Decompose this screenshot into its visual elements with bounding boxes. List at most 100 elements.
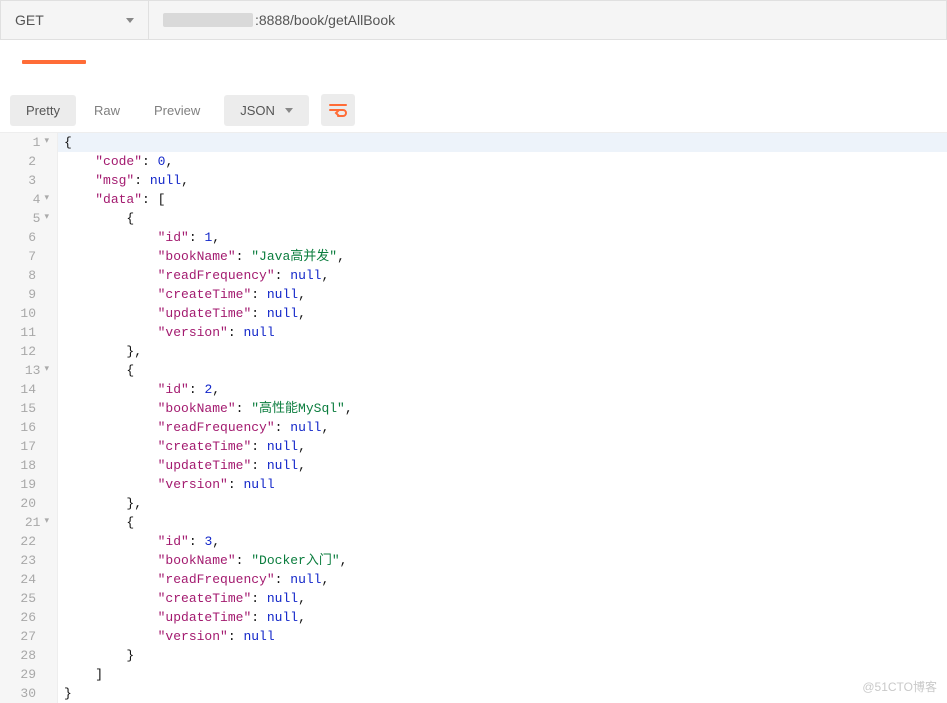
code-line: 9 "createTime": null,	[0, 285, 947, 304]
line-gutter[interactable]: 13▾	[0, 361, 58, 380]
line-gutter[interactable]: 12	[0, 342, 58, 361]
code-line: 7 "bookName": "Java高并发",	[0, 247, 947, 266]
code-line-content: "readFrequency": null,	[58, 266, 329, 285]
code-line-content: "updateTime": null,	[58, 304, 306, 323]
line-gutter[interactable]: 7	[0, 247, 58, 266]
code-line: 12 },	[0, 342, 947, 361]
code-line: 25 "createTime": null,	[0, 589, 947, 608]
code-line-content: "createTime": null,	[58, 285, 306, 304]
code-line-content: "bookName": "高性能MySql",	[58, 399, 353, 418]
code-line-content: {	[58, 513, 134, 532]
line-gutter[interactable]: 29	[0, 665, 58, 684]
line-gutter[interactable]: 18	[0, 456, 58, 475]
fold-toggle-icon[interactable]: ▾	[44, 213, 49, 222]
line-gutter[interactable]: 2	[0, 152, 58, 171]
code-line: 19 "version": null	[0, 475, 947, 494]
line-gutter[interactable]: 16	[0, 418, 58, 437]
code-line-content: }	[58, 646, 134, 665]
code-line-content: "id": 2,	[58, 380, 220, 399]
fold-toggle-icon[interactable]: ▾	[44, 194, 49, 203]
line-gutter[interactable]: 15	[0, 399, 58, 418]
http-method-label: GET	[15, 12, 44, 28]
line-gutter[interactable]: 19	[0, 475, 58, 494]
code-line: 29 ]	[0, 665, 947, 684]
code-line-content: "createTime": null,	[58, 589, 306, 608]
code-line-content: "version": null	[58, 627, 275, 646]
code-line: 26 "updateTime": null,	[0, 608, 947, 627]
fold-toggle-icon[interactable]: ▾	[44, 365, 49, 374]
line-gutter[interactable]: 22	[0, 532, 58, 551]
code-line-content: "createTime": null,	[58, 437, 306, 456]
tab-raw[interactable]: Raw	[78, 95, 136, 126]
code-line-content: "version": null	[58, 475, 275, 494]
line-gutter[interactable]: 23	[0, 551, 58, 570]
code-line: 6 "id": 1,	[0, 228, 947, 247]
active-section-indicator	[22, 60, 86, 64]
url-visible-text: :8888/book/getAllBook	[255, 12, 395, 28]
line-gutter[interactable]: 8	[0, 266, 58, 285]
response-toolbar: Pretty Raw Preview JSON	[0, 88, 947, 132]
code-line: 28 }	[0, 646, 947, 665]
code-line: 30}	[0, 684, 947, 703]
tab-pretty[interactable]: Pretty	[10, 95, 76, 126]
code-line: 10 "updateTime": null,	[0, 304, 947, 323]
line-gutter[interactable]: 27	[0, 627, 58, 646]
code-line-content: "readFrequency": null,	[58, 418, 329, 437]
code-line: 24 "readFrequency": null,	[0, 570, 947, 589]
line-gutter[interactable]: 21▾	[0, 513, 58, 532]
code-line: 14 "id": 2,	[0, 380, 947, 399]
line-gutter[interactable]: 5▾	[0, 209, 58, 228]
chevron-down-icon	[285, 108, 293, 113]
code-line: 5▾ {	[0, 209, 947, 228]
code-line-content: "code": 0,	[58, 152, 173, 171]
code-line-content: "readFrequency": null,	[58, 570, 329, 589]
line-gutter[interactable]: 25	[0, 589, 58, 608]
watermark: @51CTO博客	[862, 678, 937, 695]
wrap-lines-icon	[329, 103, 347, 117]
code-line: 2 "code": 0,	[0, 152, 947, 171]
url-input[interactable]: :8888/book/getAllBook	[149, 1, 946, 39]
code-line-content: "msg": null,	[58, 171, 189, 190]
wrap-lines-button[interactable]	[321, 94, 355, 126]
code-line-content: ]	[58, 665, 103, 684]
code-line: 11 "version": null	[0, 323, 947, 342]
fold-toggle-icon[interactable]: ▾	[44, 517, 49, 526]
code-line-content: {	[58, 209, 134, 228]
line-gutter[interactable]: 14	[0, 380, 58, 399]
code-line: 27 "version": null	[0, 627, 947, 646]
code-line: 13▾ {	[0, 361, 947, 380]
line-gutter[interactable]: 3	[0, 171, 58, 190]
url-masked-prefix	[163, 13, 253, 27]
line-gutter[interactable]: 9	[0, 285, 58, 304]
line-gutter[interactable]: 11	[0, 323, 58, 342]
code-line-content: "updateTime": null,	[58, 608, 306, 627]
code-line-content: "bookName": "Docker入门",	[58, 551, 347, 570]
code-line-content: "data": [	[58, 190, 165, 209]
response-body[interactable]: 1▾{2 "code": 0,3 "msg": null,4▾ "data": …	[0, 132, 947, 703]
code-line-content: {	[58, 133, 72, 152]
format-dropdown[interactable]: JSON	[224, 95, 309, 126]
line-gutter[interactable]: 1▾	[0, 133, 58, 152]
http-method-dropdown[interactable]: GET	[1, 1, 149, 39]
line-gutter[interactable]: 4▾	[0, 190, 58, 209]
line-gutter[interactable]: 24	[0, 570, 58, 589]
code-line-content: "version": null	[58, 323, 275, 342]
code-line: 8 "readFrequency": null,	[0, 266, 947, 285]
code-line-content: },	[58, 342, 142, 361]
tab-preview[interactable]: Preview	[138, 95, 216, 126]
line-gutter[interactable]: 17	[0, 437, 58, 456]
line-gutter[interactable]: 26	[0, 608, 58, 627]
code-line-content: }	[58, 684, 72, 703]
format-dropdown-label: JSON	[240, 103, 275, 118]
code-line-content: "id": 3,	[58, 532, 220, 551]
line-gutter[interactable]: 6	[0, 228, 58, 247]
line-gutter[interactable]: 30	[0, 684, 58, 703]
line-gutter[interactable]: 28	[0, 646, 58, 665]
code-line: 21▾ {	[0, 513, 947, 532]
line-gutter[interactable]: 10	[0, 304, 58, 323]
line-gutter[interactable]: 20	[0, 494, 58, 513]
code-line: 20 },	[0, 494, 947, 513]
code-line-content: "id": 1,	[58, 228, 220, 247]
code-line: 22 "id": 3,	[0, 532, 947, 551]
fold-toggle-icon[interactable]: ▾	[44, 137, 49, 146]
